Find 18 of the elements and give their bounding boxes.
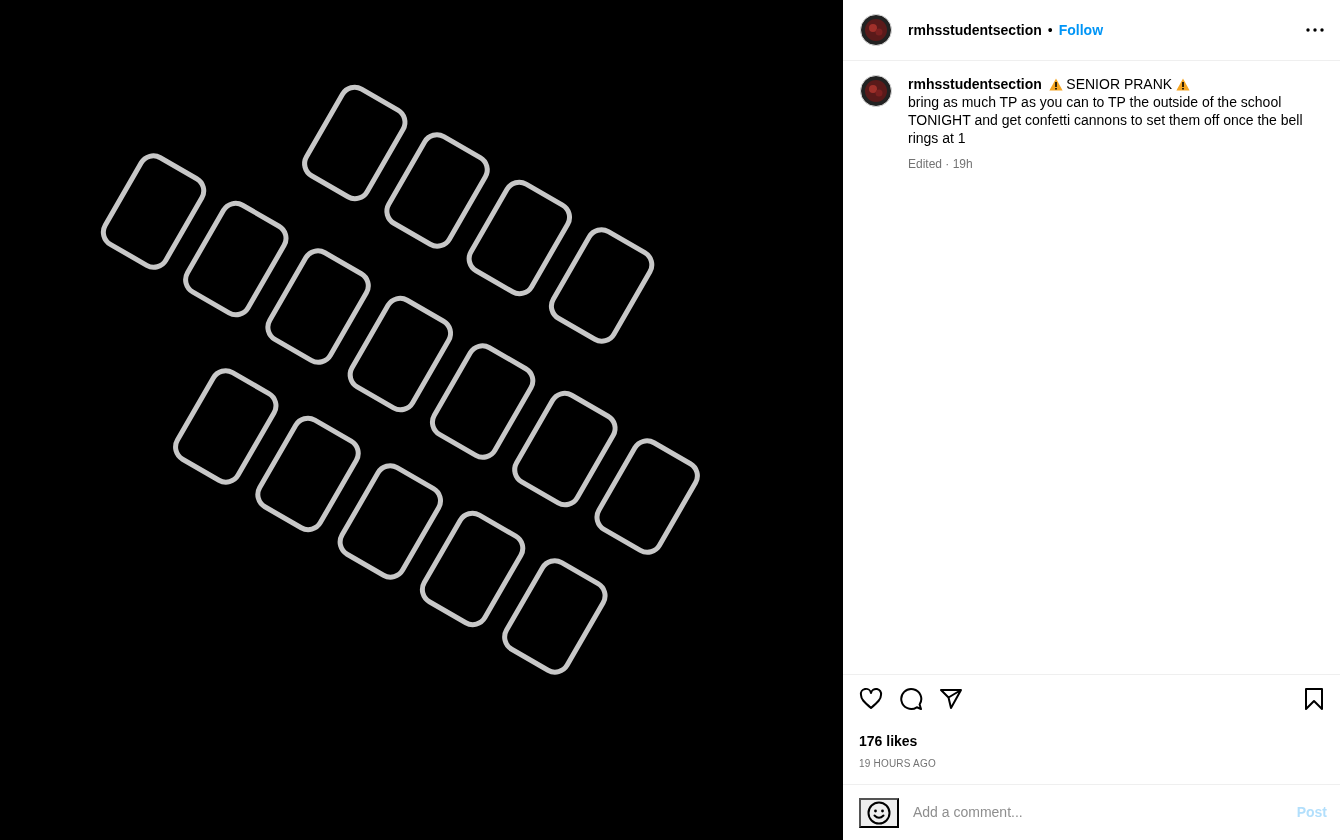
heart-icon[interactable] (859, 687, 883, 711)
share-icon[interactable] (939, 687, 963, 711)
more-options-icon[interactable] (1306, 28, 1324, 32)
warning-icon (1175, 77, 1190, 91)
comment-icon[interactable] (899, 687, 923, 711)
username[interactable]: rmhsstudentsection (908, 19, 1042, 41)
bookmark-icon[interactable] (1304, 687, 1324, 711)
avatar-icon[interactable] (860, 14, 892, 46)
caption-text: bring as much TP as you can to TP the outside of the school TONIGHT and get confetti cannons to set them off once the bell rings at 1 (908, 93, 1304, 147)
caption-headline: SENIOR PRANK (1066, 75, 1173, 93)
username[interactable]: rmhsstudentsection (908, 75, 1042, 93)
emoji-icon[interactable] (859, 797, 899, 828)
post-timestamp: 19 HOURS AGO (858, 757, 937, 771)
caption-meta: Edited · 19h (908, 156, 973, 173)
warning-icon (1048, 77, 1063, 91)
likes-count[interactable]: 176 likes (843, 711, 934, 752)
separator-dot: • (1047, 20, 1053, 40)
avatar-icon[interactable] (860, 75, 892, 107)
